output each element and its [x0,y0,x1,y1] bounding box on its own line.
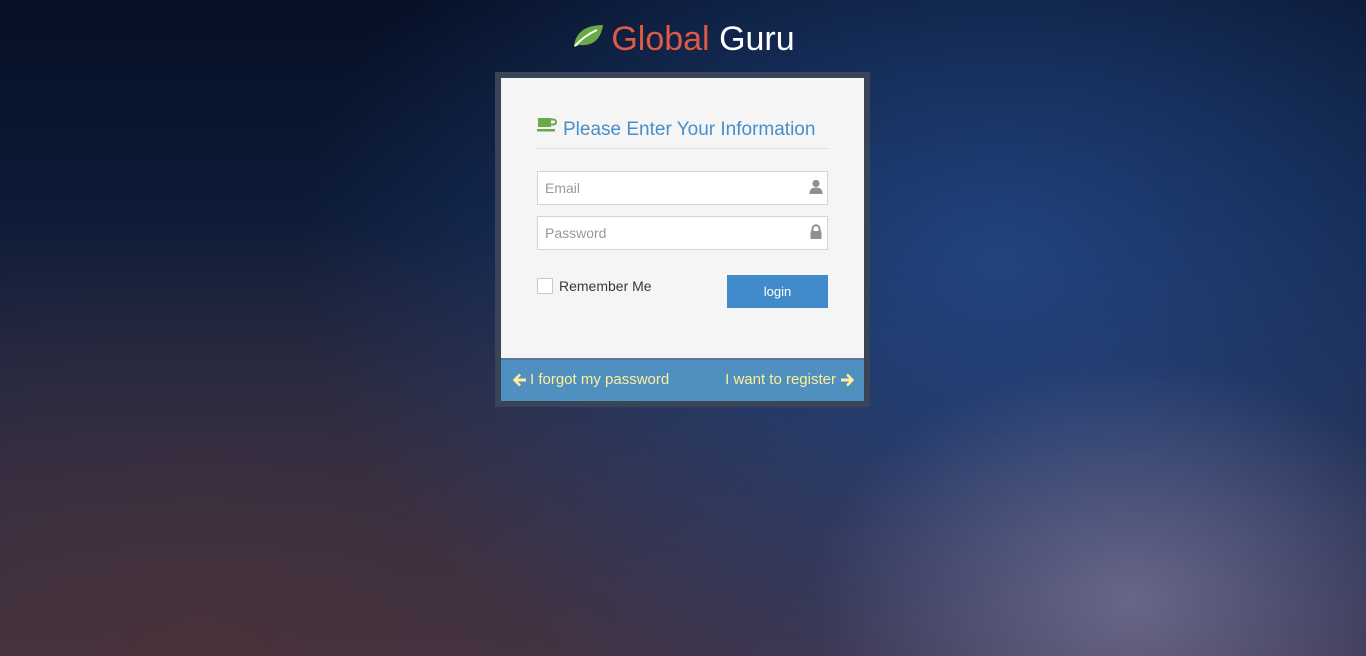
register-link[interactable]: I want to register [725,371,854,389]
forgot-password-link[interactable]: I forgot my password [513,371,669,389]
forgot-password-label: I forgot my password [530,371,670,388]
remember-me-checkbox[interactable]: Remember Me [537,278,652,294]
password-field[interactable] [537,216,828,250]
login-box: Please Enter Your Information Email Reme… [495,72,870,407]
login-form: Please Enter Your Information Email Reme… [537,114,828,308]
checkbox-box[interactable] [537,278,553,294]
login-toolbar: I forgot my password I want to register [501,358,864,401]
lock-icon [809,224,823,240]
email-field-wrapper [537,171,828,205]
leaf-icon [571,17,605,59]
login-button[interactable]: login [727,275,828,308]
brand-word-guru: Guru [719,20,795,58]
register-label: I want to register [725,371,836,388]
email-field[interactable] [537,171,828,205]
password-field-wrapper [537,216,828,250]
remember-me-label: Remember Me [559,278,652,294]
login-header: Please Enter Your Information [537,114,828,149]
login-header-text: Please Enter Your Information [563,119,816,140]
coffee-icon [537,112,557,144]
login-panel: Please Enter Your Information Email Reme… [501,78,864,401]
arrow-left-icon [513,373,530,387]
brand-title: Global Guru [0,18,1366,60]
brand-word-global: Global [611,20,710,58]
form-actions: Remember Me login [537,275,828,308]
arrow-right-icon [836,373,854,387]
user-icon [809,179,823,195]
